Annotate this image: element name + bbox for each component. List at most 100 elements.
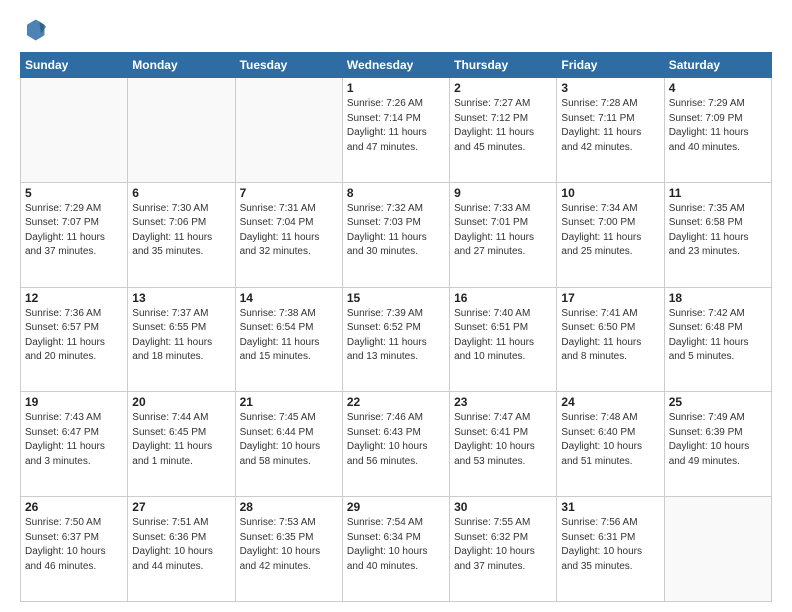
day-number: 7 — [240, 186, 338, 200]
calendar-cell-0-0 — [21, 78, 128, 183]
day-number: 28 — [240, 500, 338, 514]
calendar-row-2: 12 Sunrise: 7:36 AM Sunset: 6:57 PM Dayli… — [21, 287, 772, 392]
calendar-cell-3-6: 25 Sunrise: 7:49 AM Sunset: 6:39 PM Dayli… — [664, 392, 771, 497]
day-detail: Sunrise: 7:55 AM Sunset: 6:32 PM Dayligh… — [454, 516, 552, 574]
day-detail: Sunrise: 7:51 AM Sunset: 6:36 PM Dayligh… — [132, 516, 230, 574]
day-detail: Sunrise: 7:33 AM Sunset: 7:01 PM Dayligh… — [454, 202, 552, 260]
day-detail: Sunrise: 7:40 AM Sunset: 6:51 PM Dayligh… — [454, 307, 552, 365]
day-number: 16 — [454, 291, 552, 305]
day-number: 9 — [454, 186, 552, 200]
day-detail: Sunrise: 7:47 AM Sunset: 6:41 PM Dayligh… — [454, 411, 552, 469]
day-detail: Sunrise: 7:29 AM Sunset: 7:09 PM Dayligh… — [669, 97, 767, 155]
calendar-cell-3-1: 20 Sunrise: 7:44 AM Sunset: 6:45 PM Dayli… — [128, 392, 235, 497]
day-number: 12 — [25, 291, 123, 305]
weekday-thursday: Thursday — [450, 53, 557, 78]
day-detail: Sunrise: 7:26 AM Sunset: 7:14 PM Dayligh… — [347, 97, 445, 155]
calendar-cell-4-2: 28 Sunrise: 7:53 AM Sunset: 6:35 PM Dayli… — [235, 497, 342, 602]
calendar-cell-2-1: 13 Sunrise: 7:37 AM Sunset: 6:55 PM Dayli… — [128, 287, 235, 392]
calendar-row-0: 1 Sunrise: 7:26 AM Sunset: 7:14 PM Daylig… — [21, 78, 772, 183]
day-number: 1 — [347, 81, 445, 95]
page: SundayMondayTuesdayWednesdayThursdayFrid… — [0, 0, 792, 612]
day-detail: Sunrise: 7:38 AM Sunset: 6:54 PM Dayligh… — [240, 307, 338, 365]
day-detail: Sunrise: 7:43 AM Sunset: 6:47 PM Dayligh… — [25, 411, 123, 469]
calendar-cell-0-6: 4Sunrise: 7:29 AM Sunset: 7:09 PM Daylig… — [664, 78, 771, 183]
day-number: 25 — [669, 395, 767, 409]
weekday-header-row: SundayMondayTuesdayWednesdayThursdayFrid… — [21, 53, 772, 78]
day-number: 8 — [347, 186, 445, 200]
calendar-cell-3-4: 23 Sunrise: 7:47 AM Sunset: 6:41 PM Dayli… — [450, 392, 557, 497]
day-number: 31 — [561, 500, 659, 514]
day-number: 19 — [25, 395, 123, 409]
day-number: 18 — [669, 291, 767, 305]
day-number: 21 — [240, 395, 338, 409]
calendar-cell-0-5: 3 Sunrise: 7:28 AM Sunset: 7:11 PM Daylig… — [557, 78, 664, 183]
day-detail: Sunrise: 7:45 AM Sunset: 6:44 PM Dayligh… — [240, 411, 338, 469]
header — [20, 16, 772, 44]
calendar-cell-4-0: 26 Sunrise: 7:50 AM Sunset: 6:37 PM Dayli… — [21, 497, 128, 602]
calendar-cell-1-0: 5 Sunrise: 7:29 AM Sunset: 7:07 PM Daylig… — [21, 182, 128, 287]
calendar-cell-4-3: 29Sunrise: 7:54 AM Sunset: 6:34 PM Dayli… — [342, 497, 449, 602]
day-detail: Sunrise: 7:41 AM Sunset: 6:50 PM Dayligh… — [561, 307, 659, 365]
calendar-cell-3-2: 21 Sunrise: 7:45 AM Sunset: 6:44 PM Dayli… — [235, 392, 342, 497]
day-number: 14 — [240, 291, 338, 305]
day-detail: Sunrise: 7:34 AM Sunset: 7:00 PM Dayligh… — [561, 202, 659, 260]
day-number: 17 — [561, 291, 659, 305]
calendar-cell-2-6: 18 Sunrise: 7:42 AM Sunset: 6:48 PM Dayli… — [664, 287, 771, 392]
calendar-cell-2-0: 12 Sunrise: 7:36 AM Sunset: 6:57 PM Dayli… — [21, 287, 128, 392]
calendar-cell-2-2: 14 Sunrise: 7:38 AM Sunset: 6:54 PM Dayli… — [235, 287, 342, 392]
calendar-cell-0-3: 1 Sunrise: 7:26 AM Sunset: 7:14 PM Daylig… — [342, 78, 449, 183]
weekday-wednesday: Wednesday — [342, 53, 449, 78]
day-number: 24 — [561, 395, 659, 409]
calendar-cell-0-1 — [128, 78, 235, 183]
day-detail: Sunrise: 7:44 AM Sunset: 6:45 PM Dayligh… — [132, 411, 230, 469]
day-detail: Sunrise: 7:39 AM Sunset: 6:52 PM Dayligh… — [347, 307, 445, 365]
day-number: 5 — [25, 186, 123, 200]
calendar-cell-0-4: 2Sunrise: 7:27 AM Sunset: 7:12 PM Daylig… — [450, 78, 557, 183]
day-detail: Sunrise: 7:49 AM Sunset: 6:39 PM Dayligh… — [669, 411, 767, 469]
calendar-cell-3-0: 19 Sunrise: 7:43 AM Sunset: 6:47 PM Dayli… — [21, 392, 128, 497]
day-number: 15 — [347, 291, 445, 305]
day-detail: Sunrise: 7:56 AM Sunset: 6:31 PM Dayligh… — [561, 516, 659, 574]
calendar-cell-4-6 — [664, 497, 771, 602]
calendar-table: SundayMondayTuesdayWednesdayThursdayFrid… — [20, 52, 772, 602]
calendar-row-4: 26 Sunrise: 7:50 AM Sunset: 6:37 PM Dayli… — [21, 497, 772, 602]
calendar-cell-4-1: 27 Sunrise: 7:51 AM Sunset: 6:36 PM Dayli… — [128, 497, 235, 602]
day-detail: Sunrise: 7:36 AM Sunset: 6:57 PM Dayligh… — [25, 307, 123, 365]
day-detail: Sunrise: 7:46 AM Sunset: 6:43 PM Dayligh… — [347, 411, 445, 469]
day-detail: Sunrise: 7:30 AM Sunset: 7:06 PM Dayligh… — [132, 202, 230, 260]
day-number: 3 — [561, 81, 659, 95]
calendar-cell-1-1: 6Sunrise: 7:30 AM Sunset: 7:06 PM Daylig… — [128, 182, 235, 287]
calendar-cell-0-2 — [235, 78, 342, 183]
calendar-cell-1-5: 10 Sunrise: 7:34 AM Sunset: 7:00 PM Dayli… — [557, 182, 664, 287]
day-detail: Sunrise: 7:48 AM Sunset: 6:40 PM Dayligh… — [561, 411, 659, 469]
day-number: 27 — [132, 500, 230, 514]
day-detail: Sunrise: 7:42 AM Sunset: 6:48 PM Dayligh… — [669, 307, 767, 365]
calendar-cell-2-5: 17 Sunrise: 7:41 AM Sunset: 6:50 PM Dayli… — [557, 287, 664, 392]
calendar-row-3: 19 Sunrise: 7:43 AM Sunset: 6:47 PM Dayli… — [21, 392, 772, 497]
day-detail: Sunrise: 7:31 AM Sunset: 7:04 PM Dayligh… — [240, 202, 338, 260]
day-detail: Sunrise: 7:50 AM Sunset: 6:37 PM Dayligh… — [25, 516, 123, 574]
weekday-monday: Monday — [128, 53, 235, 78]
calendar-row-1: 5 Sunrise: 7:29 AM Sunset: 7:07 PM Daylig… — [21, 182, 772, 287]
day-number: 26 — [25, 500, 123, 514]
weekday-tuesday: Tuesday — [235, 53, 342, 78]
weekday-sunday: Sunday — [21, 53, 128, 78]
day-detail: Sunrise: 7:37 AM Sunset: 6:55 PM Dayligh… — [132, 307, 230, 365]
logo-icon — [20, 16, 48, 44]
calendar-cell-1-3: 8 Sunrise: 7:32 AM Sunset: 7:03 PM Daylig… — [342, 182, 449, 287]
day-number: 23 — [454, 395, 552, 409]
weekday-saturday: Saturday — [664, 53, 771, 78]
day-number: 10 — [561, 186, 659, 200]
calendar-cell-4-4: 30 Sunrise: 7:55 AM Sunset: 6:32 PM Dayli… — [450, 497, 557, 602]
day-detail: Sunrise: 7:29 AM Sunset: 7:07 PM Dayligh… — [25, 202, 123, 260]
day-detail: Sunrise: 7:32 AM Sunset: 7:03 PM Dayligh… — [347, 202, 445, 260]
calendar-cell-2-3: 15 Sunrise: 7:39 AM Sunset: 6:52 PM Dayli… — [342, 287, 449, 392]
day-detail: Sunrise: 7:28 AM Sunset: 7:11 PM Dayligh… — [561, 97, 659, 155]
day-number: 2 — [454, 81, 552, 95]
calendar-cell-2-4: 16 Sunrise: 7:40 AM Sunset: 6:51 PM Dayli… — [450, 287, 557, 392]
day-number: 13 — [132, 291, 230, 305]
day-number: 20 — [132, 395, 230, 409]
day-detail: Sunrise: 7:35 AM Sunset: 6:58 PM Dayligh… — [669, 202, 767, 260]
day-number: 30 — [454, 500, 552, 514]
day-detail: Sunrise: 7:53 AM Sunset: 6:35 PM Dayligh… — [240, 516, 338, 574]
